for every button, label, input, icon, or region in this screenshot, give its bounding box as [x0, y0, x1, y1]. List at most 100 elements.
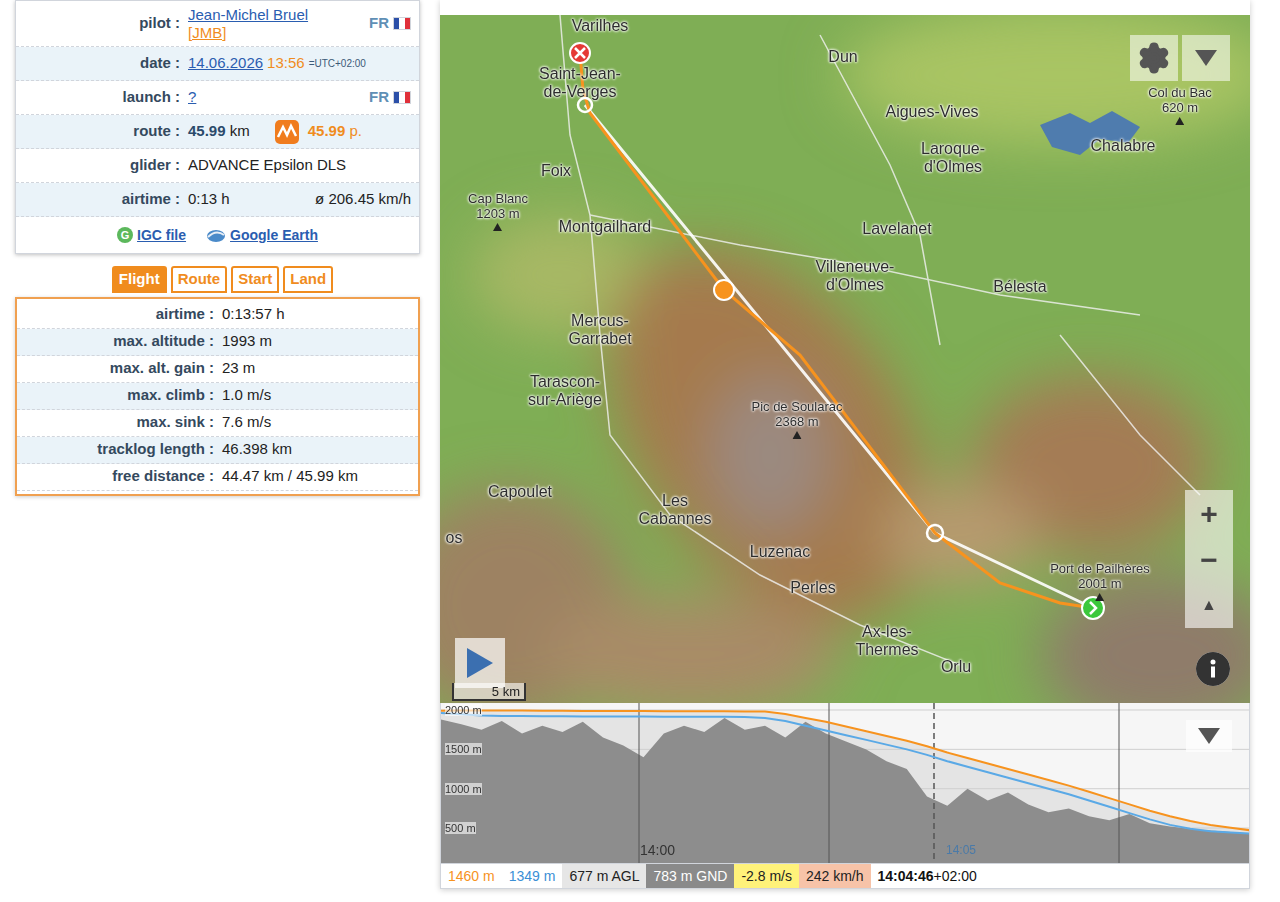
cursor-line	[933, 703, 935, 863]
route-distance: 45.99 km	[188, 120, 250, 143]
place-label: Villeneuve-d'Olmes	[816, 258, 895, 294]
france-flag-icon	[393, 17, 411, 30]
stats-row: airtime :0:13:57 h	[17, 302, 418, 329]
stats-row: max. climb :1.0 m/s	[17, 383, 418, 410]
stats-label: free distance :	[17, 465, 222, 488]
download-link[interactable]: Google Earth	[206, 225, 318, 246]
tab[interactable]: Route	[171, 266, 228, 293]
flag-red-stripe	[405, 92, 410, 103]
zoom-controls: +−▲	[1185, 490, 1233, 628]
peak-label: Cap Blanc1203 m	[468, 191, 528, 231]
info-row: date :14.06.202613:56=UTC+02:00	[16, 47, 419, 81]
map[interactable]: VarilhesSaint-Jean-de-VergesDunAigues-Vi…	[440, 15, 1250, 703]
time-axis-tick: 14:00	[640, 843, 675, 857]
status-item: 783 m GND	[646, 864, 734, 888]
altitude-area	[441, 711, 1250, 863]
info-value: 0:13 hø 206.45 km/h	[188, 188, 419, 211]
gear-icon	[1137, 41, 1171, 75]
status-item: 1460 m	[441, 864, 502, 888]
flight-stats-card: airtime :0:13:57 hmax. altitude :1993 mm…	[15, 297, 420, 496]
place-label: Dun	[828, 48, 857, 66]
zoom-in-button[interactable]: +	[1185, 490, 1233, 536]
tab[interactable]: Start	[231, 266, 279, 293]
tab[interactable]: Land	[283, 266, 333, 293]
peak-label: Port de Pailhères2001 m	[1050, 561, 1150, 601]
google-earth-icon	[206, 227, 226, 243]
place-label: Ax-les-Thermes	[855, 623, 918, 659]
glider-name: ADVANCE Epsilon DLS	[188, 154, 346, 177]
place-label: Perles	[790, 579, 835, 597]
stats-label: max. alt. gain :	[17, 357, 222, 380]
date-link[interactable]: 14.06.2026	[188, 52, 263, 75]
info-row: pilot :Jean-Michel Bruel[JMB]FR	[16, 1, 419, 47]
status-item: 242 km/h	[799, 864, 871, 888]
place-label: Foix	[541, 162, 571, 180]
peak-icon	[493, 223, 502, 231]
info-value: 45.99 km 45.99 p.	[188, 119, 419, 145]
settings-button[interactable]	[1130, 35, 1178, 81]
status-item: 14:04:46+02:00	[871, 864, 984, 888]
info-row: launch :?FR	[16, 81, 419, 115]
download-link[interactable]: GIGC file	[117, 225, 186, 246]
place-label: Lavelanet	[862, 220, 931, 238]
info-label: airtime :	[16, 188, 188, 211]
flight-summary-card: pilot :Jean-Michel Bruel[JMB]FRdate :14.…	[15, 0, 420, 254]
info-value: Jean-Michel Bruel[JMB]FR	[188, 6, 419, 42]
place-label: Orlu	[941, 658, 971, 676]
flight-detail-page: pilot :Jean-Michel Bruel[JMB]FRdate :14.…	[0, 0, 1280, 902]
stats-row: max. sink :7.6 m/s	[17, 410, 418, 437]
layers-dropdown-button[interactable]	[1182, 35, 1230, 81]
info-icon	[1196, 652, 1230, 686]
route-points: 45.99 p.	[308, 120, 362, 143]
stats-label: max. climb :	[17, 384, 222, 407]
altitude-chart[interactable]: 2000 m1500 m1000 m500 m14:0014:05	[440, 703, 1250, 863]
igc-badge: G	[117, 227, 133, 243]
pilot-name-link[interactable]: Jean-Michel Bruel	[188, 6, 308, 23]
time-grid-line	[829, 703, 830, 863]
play-icon	[467, 648, 493, 678]
average-speed: ø 206.45 km/h	[315, 188, 411, 211]
info-label: glider :	[16, 154, 188, 177]
stats-value: 46.398 km	[222, 438, 418, 461]
current-position-marker[interactable]	[714, 280, 734, 300]
flight-info-column: pilot :Jean-Michel Bruel[JMB]FRdate :14.…	[0, 0, 440, 902]
stats-label: airtime :	[17, 303, 222, 326]
place-label: Chalabre	[1091, 137, 1156, 155]
info-label: pilot :	[16, 12, 188, 35]
info-value: ?FR	[188, 86, 419, 109]
place-label: LesCabannes	[639, 492, 712, 528]
stats-row: max. altitude :1993 m	[17, 329, 418, 356]
dropdown-arrow-icon	[1198, 728, 1220, 744]
detail-tabs: FlightRouteStartLand	[15, 266, 420, 293]
stats-label: tracklog length :	[17, 438, 222, 461]
launch-link[interactable]: ?	[188, 86, 369, 109]
map-settings-group	[1130, 35, 1230, 81]
altitude-profile	[441, 703, 1250, 863]
place-label: Aigues-Vives	[885, 103, 978, 121]
route-type-icon	[274, 119, 300, 145]
y-axis-tick: 1500 m	[445, 743, 482, 755]
y-axis-tick: 500 m	[445, 822, 476, 834]
download-links: GIGC file Google Earth	[16, 217, 419, 253]
place-label: Laroque-d'Olmes	[921, 140, 985, 176]
pilot-nick-link[interactable]: [JMB]	[188, 24, 226, 41]
info-button[interactable]	[1196, 652, 1230, 686]
info-label: date :	[16, 52, 188, 75]
place-label: Tarascon-sur-Ariège	[528, 373, 602, 409]
place-label: Saint-Jean-de-Verges	[539, 65, 621, 101]
time-grid-line	[639, 703, 640, 863]
airtime-value: 0:13 h	[188, 188, 315, 211]
play-button[interactable]	[455, 638, 505, 688]
north-button[interactable]: ▲	[1185, 582, 1233, 628]
status-item: -2.8 m/s	[734, 864, 799, 888]
info-value: ADVANCE Epsilon DLS	[188, 154, 419, 177]
status-item: 1349 m	[502, 864, 563, 888]
chart-menu-button[interactable]	[1186, 720, 1232, 752]
tab[interactable]: Flight	[112, 266, 167, 293]
zoom-out-button[interactable]: −	[1185, 536, 1233, 582]
stats-row: tracklog length :46.398 km	[17, 437, 418, 464]
flight-track	[440, 15, 1250, 703]
peak-icon	[1095, 593, 1104, 601]
info-row: route :45.99 km45.99 p.	[16, 115, 419, 149]
place-label: Mercus-Garrabet	[568, 312, 631, 348]
